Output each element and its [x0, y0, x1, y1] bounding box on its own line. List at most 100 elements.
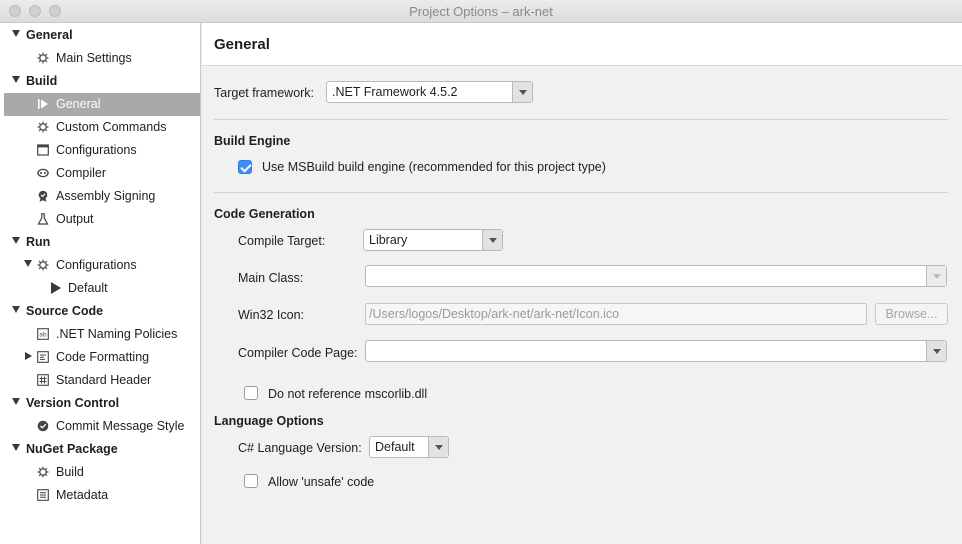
win32-icon-path-field[interactable]: /Users/logos/Desktop/ark-net/ark-net/Ico…: [365, 303, 867, 325]
disclosure-expanded-icon[interactable]: [12, 237, 20, 244]
options-sidebar: General Main Settings Build General Cust…: [0, 23, 201, 544]
sidebar-item-label: Configurations: [56, 143, 137, 157]
code-generation-heading: Code Generation: [214, 207, 315, 221]
sidebar-item-metadata[interactable]: Metadata: [0, 484, 200, 507]
play-icon: [51, 282, 61, 294]
disclosure-expanded-icon[interactable]: [24, 260, 32, 267]
gear-icon: [37, 121, 49, 133]
commit-icon: [37, 420, 49, 432]
sidebar-item-run-default[interactable]: Default: [0, 277, 200, 300]
sidebar-section-version-control[interactable]: Version Control: [0, 392, 200, 415]
compile-target-select[interactable]: Library: [363, 229, 503, 251]
win32-icon-label: Win32 Icon:: [238, 308, 305, 322]
chevron-down-icon: [926, 341, 946, 361]
options-panel: General Target framework: .NET Framework…: [202, 23, 962, 544]
sidebar-item-assembly-signing[interactable]: Assembly Signing: [0, 185, 200, 208]
sidebar-section-run[interactable]: Run: [0, 231, 200, 254]
code-page-label: Compiler Code Page:: [238, 346, 358, 360]
list-icon: [37, 489, 49, 501]
title-bar: Project Options – ark-net: [0, 0, 962, 23]
naming-icon: ab: [37, 328, 49, 340]
code-format-icon: [37, 351, 49, 363]
build-engine-heading: Build Engine: [214, 134, 291, 148]
sidebar-item-label: Run: [26, 235, 51, 249]
sidebar-item-nuget-build[interactable]: Build: [0, 461, 200, 484]
language-version-value: Default: [375, 440, 415, 454]
disclosure-collapsed-icon[interactable]: [25, 352, 32, 360]
sidebar-section-nuget-package[interactable]: NuGet Package: [0, 438, 200, 461]
disclosure-expanded-icon[interactable]: [12, 306, 20, 313]
chevron-down-icon: [512, 82, 532, 102]
divider: [214, 192, 948, 193]
sidebar-item-label: Default: [68, 281, 108, 295]
sidebar-item-label: NuGet Package: [26, 442, 118, 456]
sidebar-item-code-formatting[interactable]: Code Formatting: [0, 346, 200, 369]
no-mscorlib-checkbox[interactable]: [244, 386, 258, 400]
sidebar-section-source-code[interactable]: Source Code: [0, 300, 200, 323]
language-version-select[interactable]: Default: [369, 436, 449, 458]
code-page-select[interactable]: [365, 340, 947, 362]
sidebar-item-label: Code Formatting: [56, 350, 150, 364]
allow-unsafe-label: Allow 'unsafe' code: [268, 475, 375, 489]
sidebar-item-build-general[interactable]: General: [4, 93, 200, 116]
page-title: General: [214, 36, 270, 53]
chevron-down-icon: [926, 266, 946, 286]
hash-icon: [37, 374, 49, 386]
sidebar-item-output[interactable]: Output: [0, 208, 200, 231]
divider: [214, 119, 948, 120]
sidebar-item-label: Custom Commands: [56, 120, 167, 134]
language-options-heading: Language Options: [214, 414, 324, 428]
build-run-icon: [38, 99, 48, 109]
sidebar-item-label: Version Control: [26, 396, 120, 410]
compile-target-label: Compile Target:: [238, 234, 326, 248]
compile-target-value: Library: [369, 233, 408, 247]
main-class-label: Main Class:: [238, 271, 304, 285]
sidebar-item-label: General: [26, 28, 73, 42]
disclosure-expanded-icon[interactable]: [12, 30, 20, 37]
sidebar-item-configurations[interactable]: Configurations: [0, 139, 200, 162]
sidebar-item-label: Build: [26, 74, 58, 88]
sidebar-item-standard-header[interactable]: Standard Header: [0, 369, 200, 392]
sidebar-item-label: Source Code: [26, 304, 104, 318]
badge-icon: [38, 190, 48, 202]
sidebar-item-label: Compiler: [56, 166, 107, 180]
use-msbuild-label: Use MSBuild build engine (recommended fo…: [262, 160, 606, 174]
win32-icon-path-value: /Users/logos/Desktop/ark-net/ark-net/Ico…: [369, 307, 620, 321]
sidebar-item-compiler[interactable]: Compiler: [0, 162, 200, 185]
flask-icon: [37, 213, 49, 225]
gear-icon: [37, 466, 49, 478]
sidebar-item-label: General: [56, 97, 101, 111]
svg-text:ab: ab: [39, 332, 47, 339]
sidebar-item-label: Commit Message Style: [56, 419, 185, 433]
sidebar-item-custom-commands[interactable]: Custom Commands: [0, 116, 200, 139]
sidebar-item-label: Standard Header: [56, 373, 152, 387]
gear-icon: [37, 259, 49, 271]
sidebar-item-run-configurations[interactable]: Configurations: [0, 254, 200, 277]
disclosure-expanded-icon[interactable]: [12, 76, 20, 83]
allow-unsafe-checkbox[interactable]: [244, 474, 258, 488]
disclosure-expanded-icon[interactable]: [12, 398, 20, 405]
no-mscorlib-label: Do not reference mscorlib.dll: [268, 387, 428, 401]
sidebar-item-label: Metadata: [56, 488, 109, 502]
browse-button[interactable]: Browse...: [875, 303, 948, 325]
sidebar-item-label: Configurations: [56, 258, 137, 272]
sidebar-item-naming-policies[interactable]: ab .NET Naming Policies: [0, 323, 200, 346]
target-framework-select[interactable]: .NET Framework 4.5.2: [326, 81, 533, 103]
disclosure-expanded-icon[interactable]: [12, 444, 20, 451]
main-class-combo[interactable]: [365, 265, 947, 287]
use-msbuild-checkbox[interactable]: [238, 160, 252, 174]
sidebar-section-build[interactable]: Build: [0, 70, 200, 93]
sidebar-section-general[interactable]: General: [0, 24, 200, 47]
chevron-down-icon: [482, 230, 502, 250]
target-framework-value: .NET Framework 4.5.2: [332, 85, 458, 99]
sidebar-item-label: Build: [56, 465, 84, 479]
sidebar-item-label: .NET Naming Policies: [56, 327, 178, 341]
gear-icon: [37, 52, 49, 64]
sidebar-item-label: Main Settings: [56, 51, 132, 65]
sidebar-item-main-settings[interactable]: Main Settings: [0, 47, 200, 70]
language-version-label: C# Language Version:: [238, 441, 362, 455]
sidebar-item-commit-message-style[interactable]: Commit Message Style: [0, 415, 200, 438]
sidebar-item-label: Output: [56, 212, 94, 226]
target-framework-label: Target framework:: [214, 86, 315, 100]
panel-header: General: [202, 23, 962, 66]
